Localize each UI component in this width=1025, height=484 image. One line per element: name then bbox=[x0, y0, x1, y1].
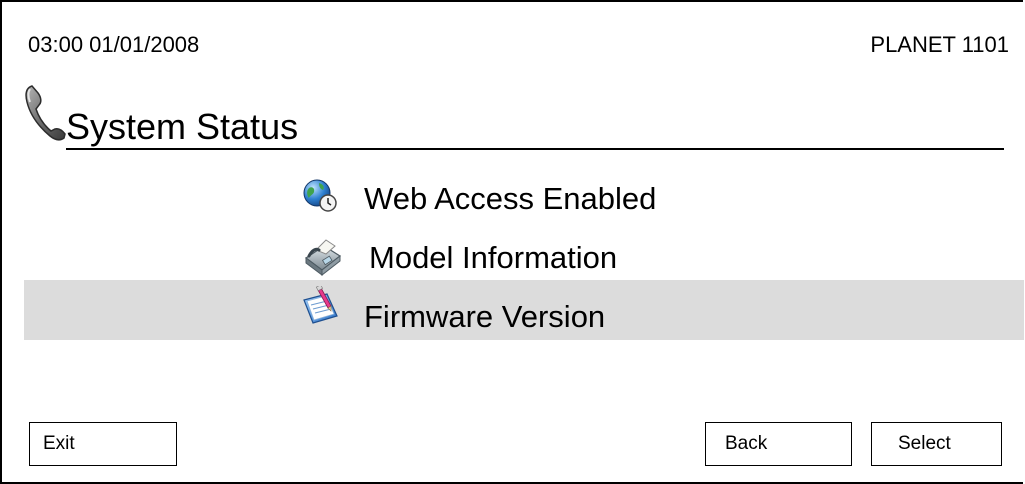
model-name: PLANET 1101 bbox=[870, 32, 1009, 57]
back-button[interactable]: Back bbox=[705, 422, 852, 466]
menu-item-web-access[interactable]: Web Access Enabled bbox=[24, 166, 1024, 226]
title-underline bbox=[66, 148, 1004, 150]
exit-button[interactable]: Exit bbox=[29, 422, 177, 466]
page-title: System Status bbox=[66, 106, 299, 147]
fax-machine-icon bbox=[302, 236, 342, 277]
telephone-handset-icon bbox=[24, 84, 66, 144]
menu-item-label: Model Information bbox=[369, 240, 618, 275]
menu-item-model-information[interactable]: Model Information bbox=[24, 226, 1024, 286]
datetime-display: 03:00 01/01/2008 bbox=[28, 32, 200, 57]
back-button-label: Back bbox=[725, 433, 768, 454]
menu-item-label: Web Access Enabled bbox=[364, 181, 657, 216]
phone-screen: 03:00 01/01/2008 PLANET 1101 System Stat… bbox=[0, 0, 1024, 484]
select-button[interactable]: Select bbox=[871, 422, 1002, 466]
page-header: System Status bbox=[24, 84, 1004, 154]
menu-item-label: Firmware Version bbox=[364, 299, 606, 334]
notepad-pencil-icon bbox=[301, 284, 341, 326]
menu-item-firmware-version[interactable]: Firmware Version bbox=[24, 280, 1024, 340]
exit-button-label: Exit bbox=[43, 433, 75, 454]
select-button-label: Select bbox=[898, 433, 951, 454]
globe-clock-icon bbox=[300, 176, 340, 216]
